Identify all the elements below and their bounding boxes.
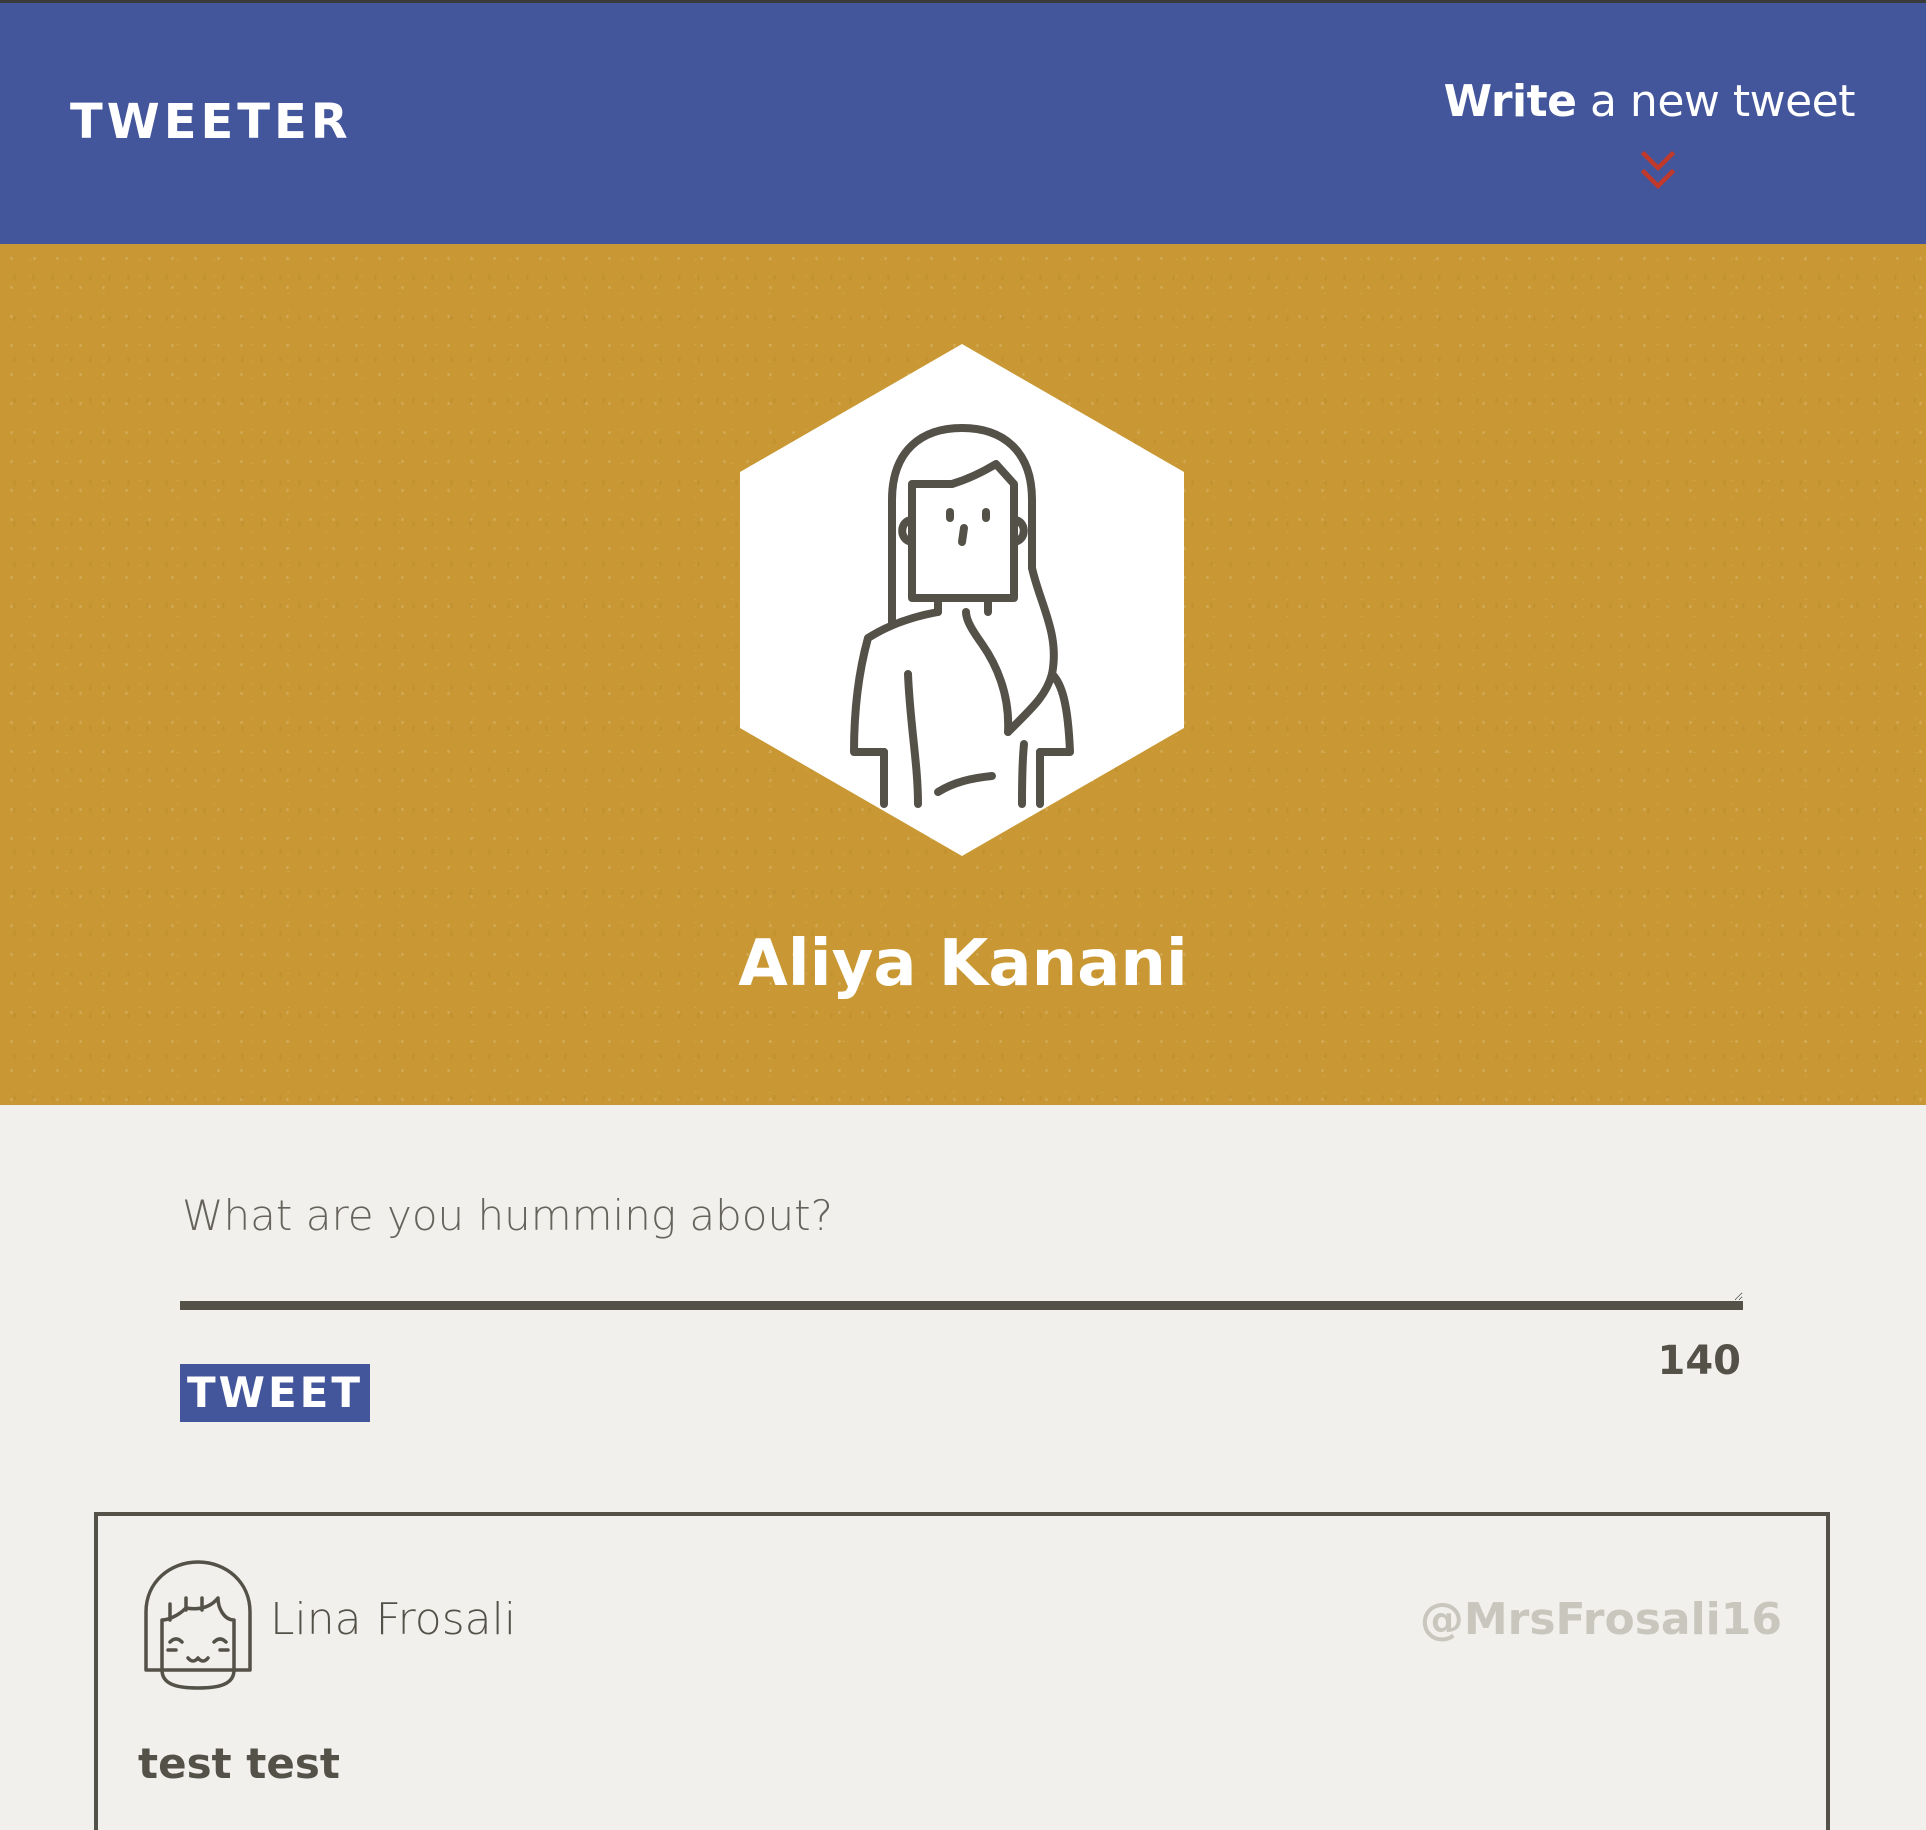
tweet-card: Lina Frosali @MrsFrosali16 test test xyxy=(94,1512,1830,1830)
double-chevron-down-icon xyxy=(1640,150,1676,190)
write-new-tweet-label: Write a new tweet xyxy=(1443,74,1856,130)
page: TWEETER Write a new tweet Aliya Kanani W… xyxy=(0,0,1926,1830)
write-label-bold: Write xyxy=(1443,76,1577,127)
write-label-rest: a new tweet xyxy=(1576,76,1856,127)
tweet-author-name: Lina Frosali xyxy=(270,1594,517,1645)
woman-avatar-icon xyxy=(740,344,1184,856)
top-nav: TWEETER Write a new tweet xyxy=(0,0,1926,244)
girl-avatar-icon xyxy=(144,1560,252,1690)
brand-logo[interactable]: TWEETER xyxy=(70,96,352,148)
write-new-tweet-toggle[interactable]: Write a new tweet xyxy=(1444,74,1855,204)
tweet-submit-button[interactable]: TWEET xyxy=(180,1364,370,1422)
tweet-input[interactable] xyxy=(180,1150,1743,1310)
character-counter: 140 xyxy=(1657,1338,1742,1384)
profile-name: Aliya Kanani xyxy=(738,927,1188,1001)
tweet-author-handle[interactable]: @MrsFrosali16 xyxy=(1420,1592,1782,1648)
profile-header: Aliya Kanani xyxy=(0,244,1926,1105)
tweet-text: test test xyxy=(138,1739,340,1788)
tweet-composer: TWEET 140 xyxy=(180,1150,1743,1430)
